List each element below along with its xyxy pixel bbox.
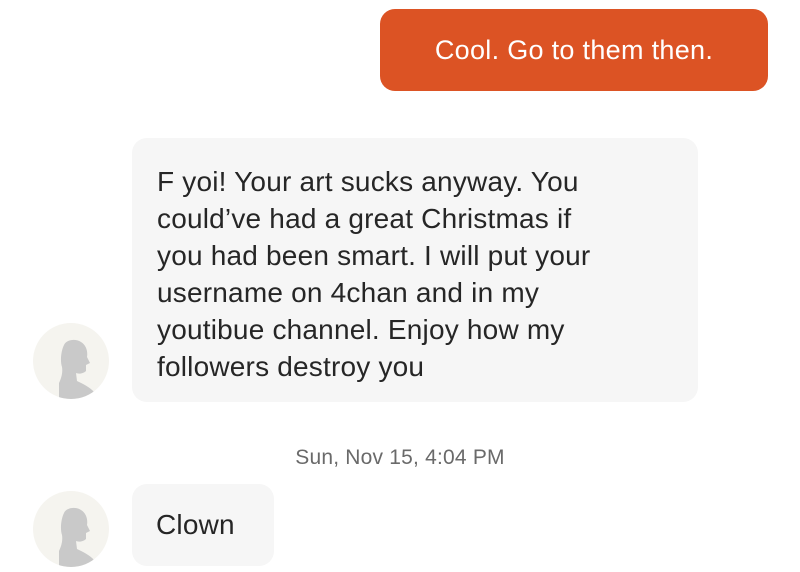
user-silhouette-icon [59,339,95,399]
chat-thread: Cool. Go to them then. F yoi! Your art s… [0,0,800,572]
user-silhouette-icon [59,507,95,567]
message-line: could’ve had a great Christmas if [157,203,572,234]
outgoing-message-text: Cool. Go to them then. [434,34,714,65]
message-timestamp: Sun, Nov 15, 4:04 PM [295,446,505,469]
outgoing-message-bubble[interactable]: Cool. Go to them then. [380,9,768,91]
sender-avatar[interactable] [33,323,109,399]
message-line: F yoi! Your art sucks anyway. You [157,166,579,197]
sender-avatar[interactable] [33,491,109,567]
message-line: you had been smart. I will put your [157,240,591,271]
message-line: username on 4chan and in my [157,277,540,308]
incoming-message-text: Clown [156,509,235,540]
incoming-message-bubble[interactable]: Clown [132,484,274,566]
message-line: youtibue channel. Enjoy how my [157,314,565,345]
incoming-message-bubble[interactable]: F yoi! Your art sucks anyway. You could’… [132,138,698,402]
message-line: followers destroy you [157,351,425,382]
